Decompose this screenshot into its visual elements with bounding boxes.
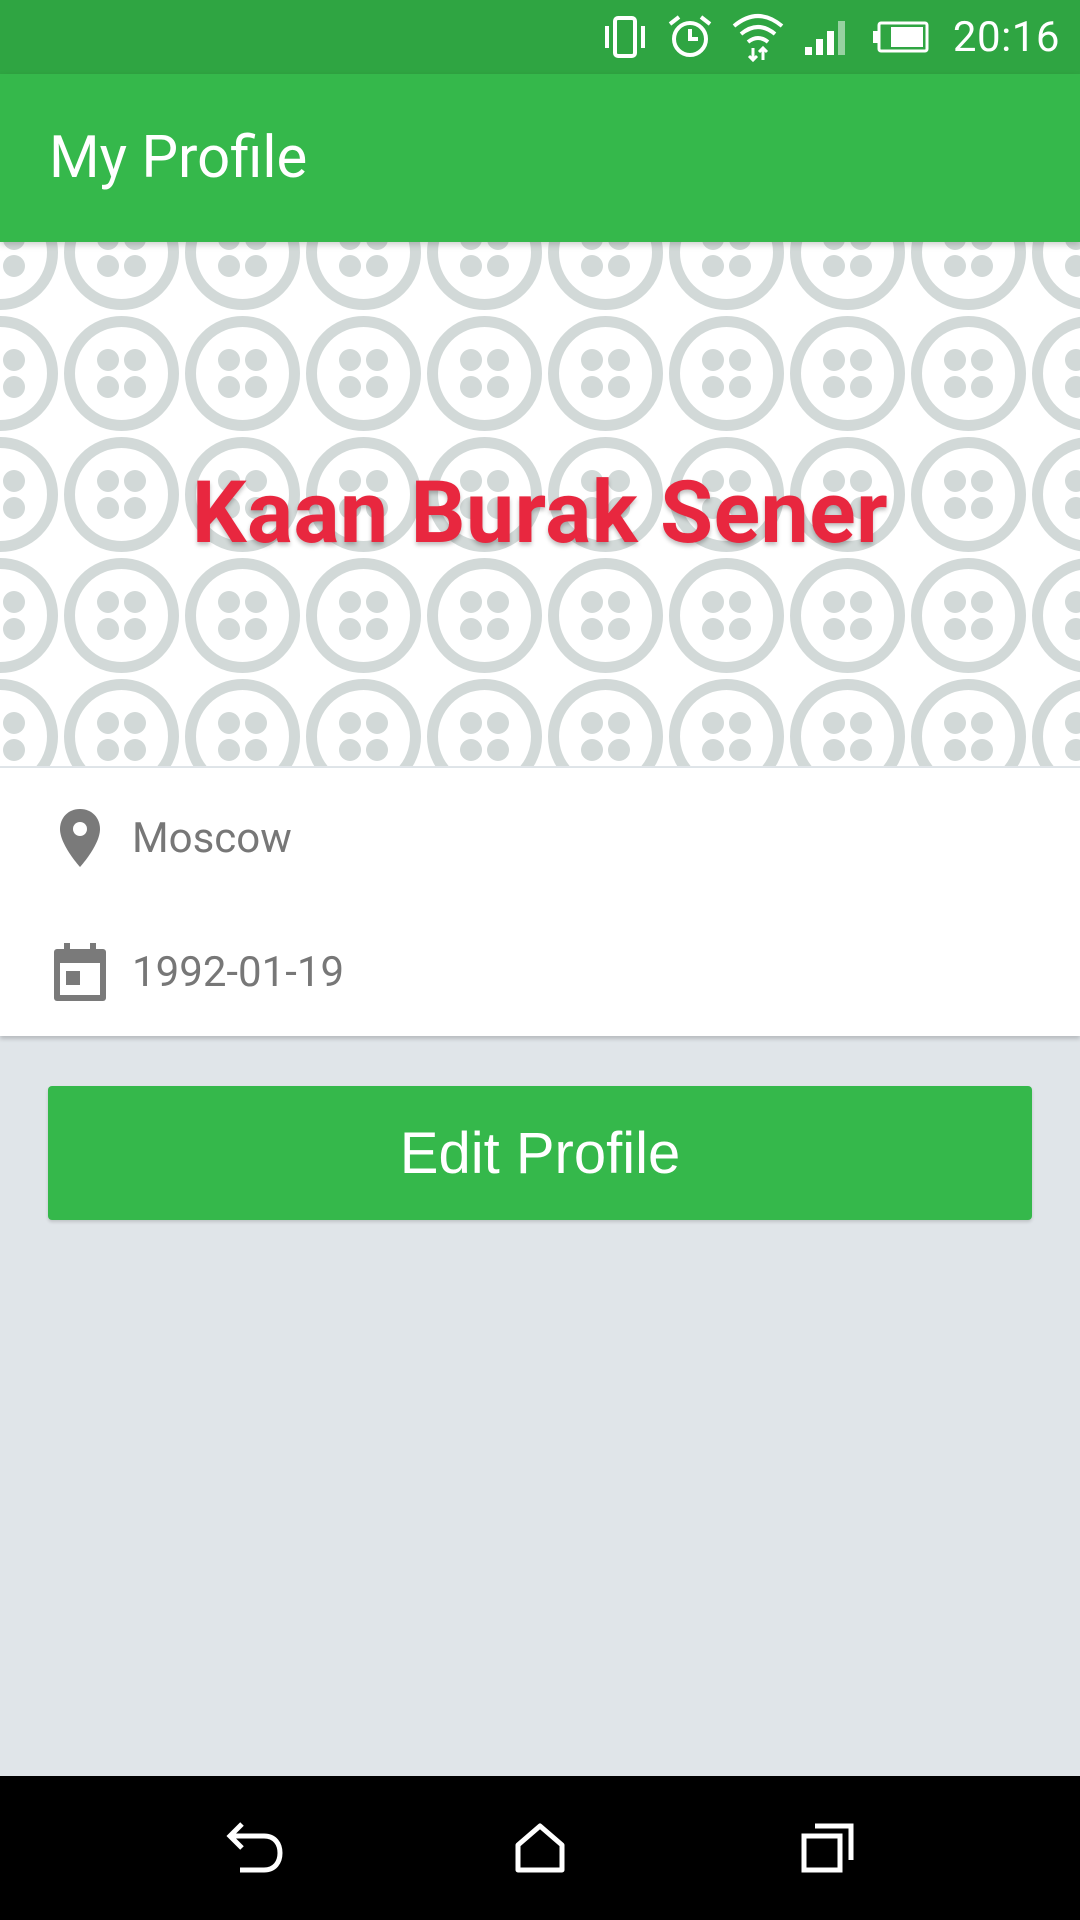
location-pin-icon <box>52 806 108 870</box>
profile-name: Kaan Burak Sener <box>191 462 889 563</box>
page-title: My Profile <box>49 124 308 192</box>
status-icons: 20:16 <box>601 0 1060 74</box>
vibrate-icon <box>601 14 649 60</box>
signal-icon <box>803 17 853 57</box>
status-bar: 20:16 <box>0 0 1080 74</box>
status-time: 20:16 <box>952 12 1060 62</box>
wifi-icon <box>731 12 785 62</box>
recents-icon[interactable] <box>788 1812 868 1884</box>
edit-profile-button[interactable]: Edit Profile <box>48 1086 1032 1220</box>
profile-cover: Kaan Burak Sener <box>0 242 1080 766</box>
system-nav-bar <box>0 1776 1080 1920</box>
calendar-icon <box>52 940 108 1004</box>
birth-date-text: 1992-01-19 <box>132 947 345 997</box>
home-icon[interactable] <box>500 1812 580 1884</box>
back-icon[interactable] <box>214 1812 294 1884</box>
location-row: Moscow <box>0 788 1080 888</box>
battery-icon <box>871 20 931 54</box>
birth-date-row: 1992-01-19 <box>0 922 1080 1022</box>
app-bar: My Profile <box>0 74 1080 242</box>
location-text: Moscow <box>132 813 292 863</box>
alarm-icon <box>667 14 713 60</box>
